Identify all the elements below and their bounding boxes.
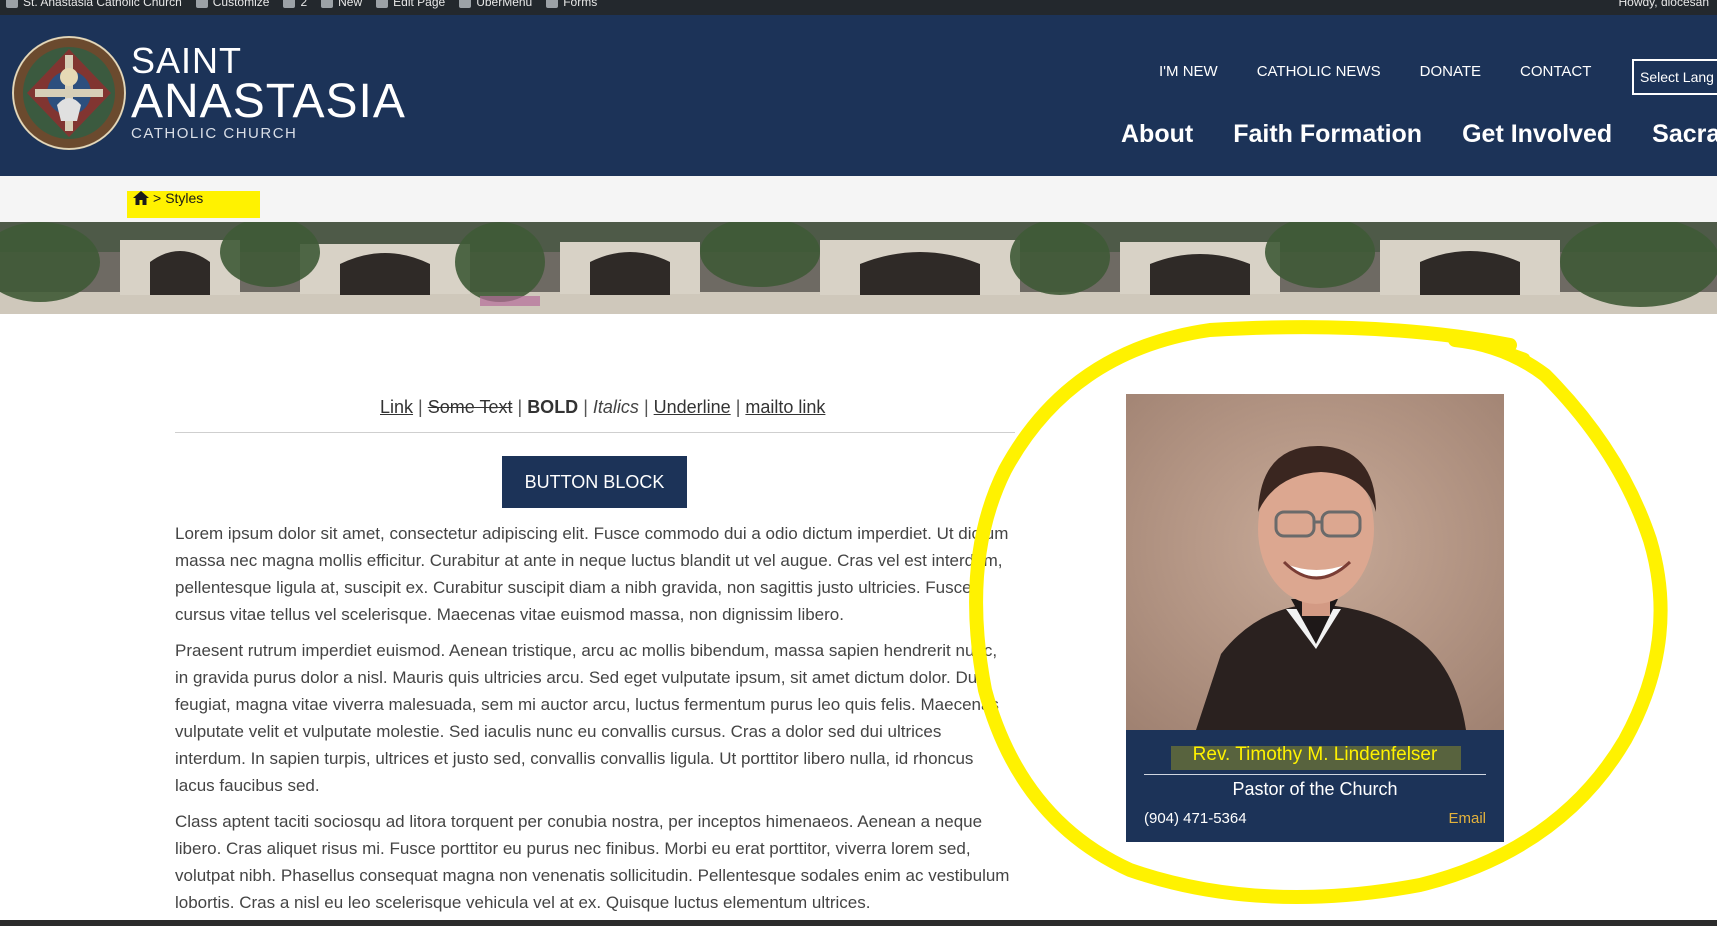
pencil-icon	[376, 0, 389, 8]
bottom-strip	[0, 920, 1717, 926]
staff-photo	[1126, 394, 1504, 730]
format-separator: |	[517, 397, 523, 417]
format-separator: |	[643, 397, 649, 417]
main-nav: About Faith Formation Get Involved Sacra…	[1121, 120, 1717, 149]
wordpress-icon	[6, 0, 18, 8]
forms-icon	[546, 0, 559, 8]
admin-updates-count: 2	[300, 0, 308, 9]
nav-get-involved[interactable]: Get Involved	[1462, 120, 1612, 149]
paragraph: Lorem ipsum dolor sit amet, consectetur …	[175, 524, 1009, 624]
gear-icon	[459, 0, 472, 8]
nav-sacraments[interactable]: Sacramen	[1652, 120, 1717, 149]
church-seal-logo[interactable]	[11, 35, 127, 151]
utility-nav: I'M NEW CATHOLIC NEWS DONATE CONTACT	[1159, 63, 1591, 80]
admin-site-label: St. Anastasia Catholic Church	[23, 0, 182, 9]
admin-ubermenu-label: UberMenu	[476, 0, 533, 9]
logo-line-saint: SAINT	[131, 40, 243, 81]
breadcrumb: > Styles	[133, 190, 203, 206]
paragraph: Praesent rutrum imperdiet euismod. Aenea…	[175, 641, 999, 795]
format-strike: Some Text	[427, 397, 513, 417]
format-italic: Italics	[592, 397, 639, 417]
admin-new-label: New	[338, 0, 363, 9]
staff-card: Rev. Timothy M. Lindenfelser Pastor of t…	[1126, 394, 1504, 842]
staff-divider	[1144, 774, 1486, 775]
staff-email-link[interactable]: Email	[1448, 810, 1486, 827]
nav-catholic-news[interactable]: CATHOLIC NEWS	[1257, 63, 1381, 80]
admin-site-link[interactable]: St. Anastasia Catholic Church	[6, 0, 182, 9]
admin-forms-label: Forms	[563, 0, 598, 9]
format-separator: |	[418, 397, 423, 417]
nav-about[interactable]: About	[1121, 120, 1193, 149]
breadcrumb-current: Styles	[165, 190, 204, 206]
nav-donate[interactable]: DONATE	[1420, 63, 1481, 80]
format-underline: Underline	[653, 397, 731, 417]
format-examples: Link | Some Text | BOLD | Italics | Unde…	[380, 397, 825, 418]
breadcrumb-separator: >	[153, 190, 162, 206]
admin-ubermenu-link[interactable]: UberMenu	[459, 0, 532, 9]
admin-customize-label: Customize	[212, 0, 270, 9]
admin-new-link[interactable]: New	[321, 0, 362, 9]
admin-edit-label: Edit Page	[393, 0, 446, 9]
logo-line-anastasia: ANASTASIA	[131, 75, 406, 128]
nav-contact[interactable]: CONTACT	[1520, 63, 1591, 80]
church-banner-image	[0, 222, 1717, 314]
format-separator: |	[735, 397, 741, 417]
staff-role: Pastor of the Church	[1232, 779, 1398, 799]
nav-im-new[interactable]: I'M NEW	[1159, 63, 1218, 80]
admin-account-menu[interactable]: Howdy, diocesan	[1619, 0, 1710, 9]
content-divider	[175, 432, 1015, 433]
admin-edit-page-link[interactable]: Edit Page	[376, 0, 445, 9]
site-header: SAINT ANASTASIA CATHOLIC CHURCH I'M NEW …	[0, 15, 1717, 176]
plus-icon	[321, 0, 334, 8]
staff-phone[interactable]: (904) 471-5364	[1144, 810, 1247, 827]
admin-bar: St. Anastasia Catholic Church Customize …	[0, 0, 1717, 15]
format-bold: BOLD	[527, 397, 579, 417]
admin-customize-link[interactable]: Customize	[195, 0, 270, 9]
nav-faith-formation[interactable]: Faith Formation	[1233, 120, 1422, 149]
language-select[interactable]: Select Lang	[1632, 59, 1717, 95]
format-mailto-link[interactable]: mailto link	[745, 397, 825, 417]
admin-updates-link[interactable]: 2	[283, 0, 307, 9]
updates-icon	[283, 0, 296, 8]
brush-icon	[195, 0, 208, 8]
format-separator: |	[583, 397, 588, 417]
admin-forms-link[interactable]: Forms	[546, 0, 597, 9]
button-block[interactable]: BUTTON BLOCK	[502, 456, 687, 508]
site-logo-text[interactable]: SAINT ANASTASIA CATHOLIC CHURCH	[131, 40, 406, 143]
body-text: Lorem ipsum dolor sit amet, consectetur …	[175, 520, 1015, 925]
paragraph: Class aptent taciti sociosqu ad litora t…	[175, 812, 1010, 912]
home-icon[interactable]	[133, 191, 149, 205]
format-link[interactable]: Link	[380, 397, 413, 417]
staff-name: Rev. Timothy M. Lindenfelser	[1192, 744, 1438, 765]
